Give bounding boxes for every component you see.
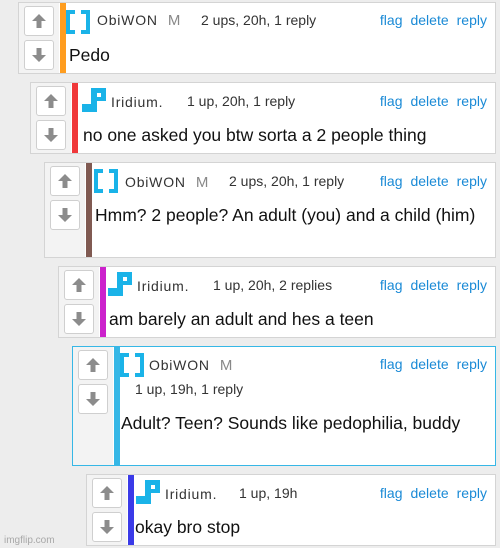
comment-meta: 2 ups, 20h, 1 reply (201, 12, 317, 28)
username-link[interactable]: ObiWON M (125, 174, 208, 191)
comment-text: okay bro stop (135, 517, 241, 537)
comment-meta: 1 up, 20h, 1 reply (187, 93, 296, 109)
comment-text: Adult? Teen? Sounds like pedophilia, bud… (121, 413, 461, 433)
square-bracket-avatar-icon[interactable] (93, 168, 119, 194)
downvote-button[interactable] (92, 512, 122, 542)
vote-column (19, 3, 59, 73)
downvote-button[interactable] (78, 384, 108, 414)
flag-link[interactable]: flag (380, 12, 403, 28)
comment: Iridium. 1 up, 20h, 2 replies flag delete… (58, 266, 496, 338)
comment-text: no one asked you btw sorta a 2 people th… (83, 125, 427, 145)
watermark: imgflip.com (4, 535, 55, 546)
comment-meta: 1 up, 19h (239, 485, 298, 501)
comment: Iridium. 1 up, 20h, 1 reply flag delete re… (30, 82, 496, 154)
delete-link[interactable]: delete (410, 93, 448, 109)
stair-step-avatar-icon[interactable] (107, 271, 133, 297)
comment-highlighted: ObiWON M flag delete reply 1 up, 19h, 1 rep… (72, 346, 496, 466)
reply-link[interactable]: reply (457, 12, 487, 28)
comment-text: am barely an adult and hes a teen (109, 309, 374, 329)
comment-meta: 1 up, 19h, 1 reply (135, 381, 244, 397)
thread-color-bar (128, 475, 134, 545)
username-link[interactable]: ObiWON M (97, 12, 180, 29)
reply-link[interactable]: reply (457, 356, 487, 372)
arrow-down-icon (100, 520, 114, 534)
reply-link[interactable]: reply (457, 93, 487, 109)
thread-color-bar (86, 163, 92, 257)
comment-meta: 1 up, 20h, 2 replies (213, 277, 333, 293)
stair-step-avatar-icon[interactable] (81, 87, 107, 113)
comment-actions: flag delete reply (372, 485, 487, 501)
username-link[interactable]: Iridium. (137, 278, 189, 294)
username-link[interactable]: Iridium. (111, 94, 163, 110)
upvote-button[interactable] (36, 86, 66, 116)
arrow-down-icon (86, 392, 100, 406)
comment: ObiWON M 2 ups, 20h, 1 reply flag delete re… (18, 2, 496, 74)
arrow-down-icon (72, 312, 86, 326)
delete-link[interactable]: delete (410, 356, 448, 372)
downvote-button[interactable] (24, 40, 54, 70)
stair-step-avatar-icon[interactable] (135, 479, 161, 505)
arrow-up-icon (58, 174, 72, 188)
username-link[interactable]: ObiWON M (149, 357, 232, 374)
username: ObiWON (149, 357, 210, 373)
arrow-up-icon (44, 94, 58, 108)
vote-column (73, 347, 113, 465)
delete-link[interactable]: delete (410, 277, 448, 293)
delete-link[interactable]: delete (410, 173, 448, 189)
comment: ObiWON M 2 ups, 20h, 1 reply flag delete re… (44, 162, 496, 258)
flag-link[interactable]: flag (380, 173, 403, 189)
comment-actions: flag delete reply (372, 277, 487, 293)
reply-link[interactable]: reply (457, 173, 487, 189)
comment-text: Hmm? 2 people? An adult (you) and a chil… (95, 205, 476, 225)
flag-link[interactable]: flag (380, 277, 403, 293)
upvote-button[interactable] (64, 270, 94, 300)
vote-column (45, 163, 85, 257)
comment-actions: flag delete reply (372, 356, 487, 372)
reply-link[interactable]: reply (457, 485, 487, 501)
comment-actions: flag delete reply (372, 173, 487, 189)
username: Iridium. (165, 486, 218, 502)
flag-link[interactable]: flag (380, 93, 403, 109)
mod-badge: M (219, 357, 233, 374)
vote-column (31, 83, 71, 153)
downvote-button[interactable] (36, 120, 66, 150)
mod-badge: M (195, 174, 209, 191)
comment-actions: flag delete reply (372, 93, 487, 109)
flag-link[interactable]: flag (380, 356, 403, 372)
arrow-up-icon (72, 278, 86, 292)
vote-column (59, 267, 99, 337)
comment-text: Pedo (69, 45, 110, 65)
upvote-button[interactable] (78, 350, 108, 380)
arrow-down-icon (58, 208, 72, 222)
username: ObiWON (97, 12, 158, 28)
reply-link[interactable]: reply (457, 277, 487, 293)
arrow-down-icon (32, 48, 46, 62)
mod-badge: M (167, 12, 181, 29)
thread-color-bar (100, 267, 106, 337)
comment: Iridium. 1 up, 19h flag delete reply okay … (86, 474, 496, 546)
arrow-down-icon (44, 128, 58, 142)
downvote-button[interactable] (50, 200, 80, 230)
username: Iridium. (111, 94, 164, 110)
upvote-button[interactable] (50, 166, 80, 196)
upvote-button[interactable] (24, 6, 54, 36)
delete-link[interactable]: delete (410, 12, 448, 28)
square-bracket-avatar-icon[interactable] (65, 9, 91, 35)
comment-actions: flag delete reply (372, 12, 487, 28)
downvote-button[interactable] (64, 304, 94, 334)
thread-color-bar (72, 83, 78, 153)
upvote-button[interactable] (92, 478, 122, 508)
arrow-up-icon (100, 486, 114, 500)
flag-link[interactable]: flag (380, 485, 403, 501)
arrow-up-icon (86, 358, 100, 372)
arrow-up-icon (32, 14, 46, 28)
username: Iridium. (137, 278, 190, 294)
square-bracket-avatar-icon[interactable] (119, 352, 145, 378)
delete-link[interactable]: delete (410, 485, 448, 501)
username: ObiWON (125, 174, 186, 190)
username-link[interactable]: Iridium. (165, 486, 217, 502)
vote-column (87, 475, 127, 545)
comment-meta: 2 ups, 20h, 1 reply (229, 173, 345, 189)
